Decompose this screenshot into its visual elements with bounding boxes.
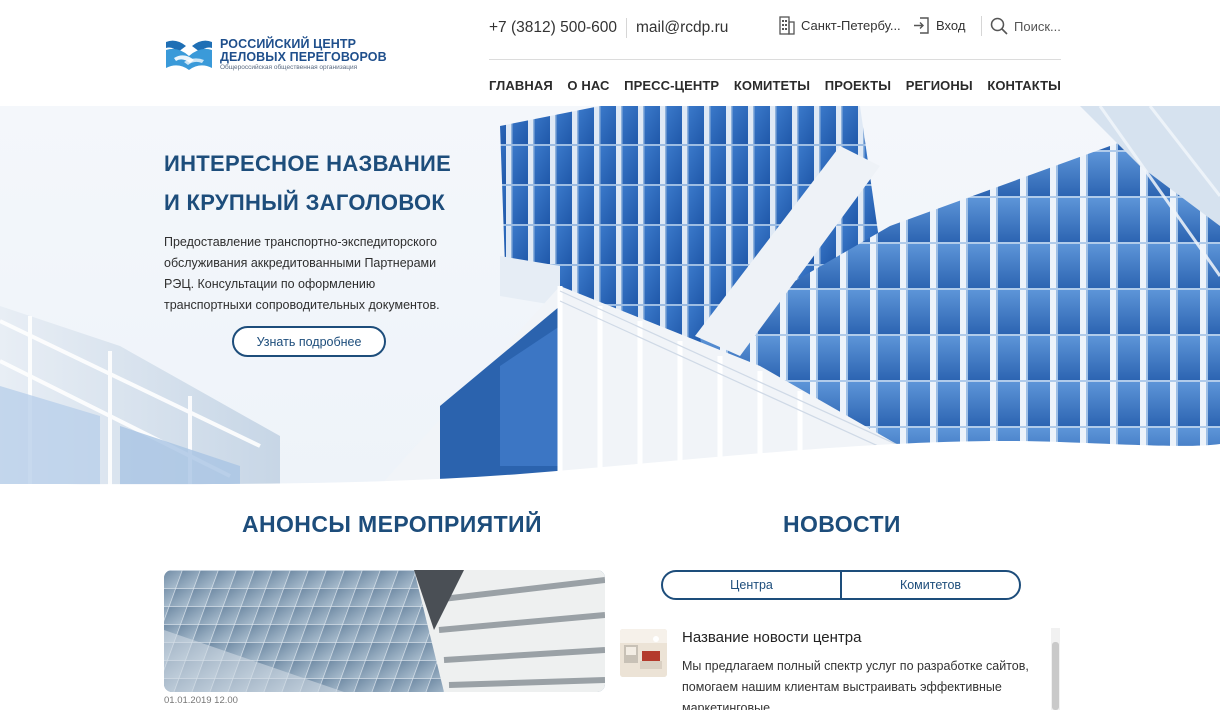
learn-more-button[interactable]: Узнать подробнее xyxy=(232,326,386,357)
hero-title-line2: И КРУПНЫЙ ЗАГОЛОВОК xyxy=(164,190,446,215)
tab-committees[interactable]: Комитетов xyxy=(840,572,1019,598)
logo[interactable]: РОССИЙСКИЙ ЦЕНТР ДЕЛОВЫХ ПЕРЕГОВОРОВ Общ… xyxy=(164,36,387,74)
logo-title-line2: ДЕЛОВЫХ ПЕРЕГОВОРОВ xyxy=(220,49,387,64)
hero-description: Предоставление транспортно-экспедиторско… xyxy=(164,235,440,312)
nav-item-contacts[interactable]: КОНТАКТЫ xyxy=(987,78,1061,93)
nav-item-regions[interactable]: РЕГИОНЫ xyxy=(906,78,973,93)
nav-item-projects[interactable]: ПРОЕКТЫ xyxy=(825,78,891,93)
search-placeholder: Поиск... xyxy=(1014,18,1061,34)
page: РОССИЙСКИЙ ЦЕНТР ДЕЛОВЫХ ПЕРЕГОВОРОВ Общ… xyxy=(0,0,1220,710)
phone-link[interactable]: +7 (3812) 500-600 xyxy=(489,19,617,37)
news-item[interactable]: Название новости центра Мы предлагаем по… xyxy=(620,626,1060,710)
logo-title-line1: РОССИЙСКИЙ ЦЕНТР xyxy=(220,37,357,52)
header-divider xyxy=(489,59,1061,60)
hero-banner: ИНТЕРЕСНОЕ НАЗВАНИЕ И КРУПНЫЙ ЗАГОЛОВОК … xyxy=(0,106,1220,486)
main-nav: ГЛАВНАЯ О НАС ПРЕСС-ЦЕНТР КОМИТЕТЫ ПРОЕК… xyxy=(489,78,1061,93)
site-header: РОССИЙСКИЙ ЦЕНТР ДЕЛОВЫХ ПЕРЕГОВОРОВ Общ… xyxy=(0,0,1220,106)
login-link[interactable]: Вход xyxy=(913,16,965,35)
city-label: Санкт-Петербу... xyxy=(801,18,901,33)
city-selector[interactable]: Санкт-Петербу... xyxy=(778,16,901,35)
email-link[interactable]: mail@rcdp.ru xyxy=(636,19,728,37)
hero-title: ИНТЕРЕСНОЕ НАЗВАНИЕ И КРУПНЫЙ ЗАГОЛОВОК xyxy=(164,144,451,222)
building-icon xyxy=(779,16,795,35)
news-thumbnail xyxy=(620,629,667,677)
search-icon xyxy=(990,17,1008,35)
nav-item-committees[interactable]: КОМИТЕТЫ xyxy=(734,78,810,93)
search-box[interactable]: Поиск... xyxy=(981,16,1061,36)
event-card-image[interactable] xyxy=(164,570,605,692)
event-building-image xyxy=(164,570,605,692)
event-date: 01.01.2019 12.00 xyxy=(164,695,238,706)
events-title: АНОНСЫ МЕРОПРИЯТИЙ xyxy=(242,511,542,537)
login-label: Вход xyxy=(936,18,966,33)
login-icon xyxy=(914,17,929,34)
hero-title-line1: ИНТЕРЕСНОЕ НАЗВАНИЕ xyxy=(164,151,452,176)
handshake-logo-icon xyxy=(166,40,212,70)
nav-item-home[interactable]: ГЛАВНАЯ xyxy=(489,78,553,93)
nav-item-about[interactable]: О НАС xyxy=(567,78,609,93)
news-item-title: Название новости центра xyxy=(682,629,862,646)
divider xyxy=(625,17,627,38)
news-item-text: Мы предлагаем полный спектр услуг по раз… xyxy=(682,659,1029,710)
news-title: НОВОСТИ xyxy=(783,511,901,537)
top-bar: +7 (3812) 500-600 mail@rcdp.ru Санкт-Пет… xyxy=(489,16,1061,39)
news-tabs: Центра Комитетов xyxy=(661,570,1021,600)
news-scrollbar-thumb[interactable] xyxy=(1052,642,1059,710)
logo-subtitle: Общероссийская общественная организация xyxy=(220,64,358,72)
nav-item-press[interactable]: ПРЕСС-ЦЕНТР xyxy=(624,78,719,93)
tab-center[interactable]: Центра xyxy=(663,572,840,598)
